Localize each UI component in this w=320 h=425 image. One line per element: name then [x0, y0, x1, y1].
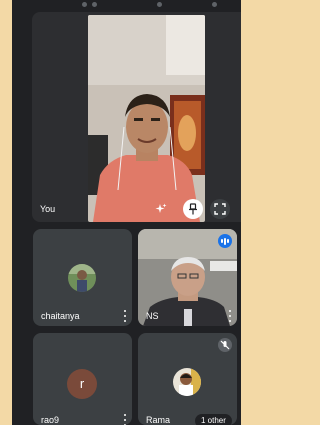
others-count-badge[interactable]: 1 other — [195, 414, 232, 425]
status-icon — [212, 2, 217, 7]
status-icon — [82, 2, 87, 7]
status-icon — [157, 2, 162, 7]
self-label: You — [40, 204, 56, 214]
participant-name: rao9 — [41, 415, 60, 425]
participant-tile-ns[interactable]: NS — [138, 229, 237, 326]
pin-button[interactable] — [183, 199, 203, 219]
participant-tile-chaitanya[interactable]: chaitanya — [33, 229, 132, 326]
status-icon — [92, 2, 97, 7]
more-options-icon[interactable] — [227, 310, 233, 322]
meeting-screen: You chaitanya NS r rao9 Rama 1 other — [12, 0, 241, 425]
participant-name: chaitanya — [41, 311, 80, 321]
participant-tile-rama[interactable]: Rama 1 other — [138, 333, 237, 425]
participant-tile-rao9[interactable]: r rao9 — [33, 333, 132, 425]
avatar: r — [67, 369, 97, 399]
avatar-image — [68, 264, 96, 292]
sparkle-icon — [155, 203, 167, 213]
mic-off-icon — [218, 338, 232, 352]
status-bar — [12, 0, 241, 10]
participant-name: NS — [146, 311, 159, 321]
pin-icon — [189, 203, 197, 215]
more-options-icon[interactable] — [122, 414, 128, 425]
fullscreen-icon — [214, 203, 226, 215]
speaking-indicator-icon — [218, 234, 232, 248]
participant-name: Rama — [146, 415, 171, 425]
fullscreen-button[interactable] — [210, 199, 230, 219]
self-video-feed — [88, 15, 205, 222]
more-options-icon[interactable] — [122, 310, 128, 322]
self-video-image — [88, 15, 205, 222]
avatar — [68, 264, 96, 292]
avatar — [173, 368, 201, 396]
avatar-image — [173, 368, 201, 396]
effects-button[interactable] — [151, 199, 171, 219]
self-video-tile[interactable]: You — [32, 12, 241, 222]
